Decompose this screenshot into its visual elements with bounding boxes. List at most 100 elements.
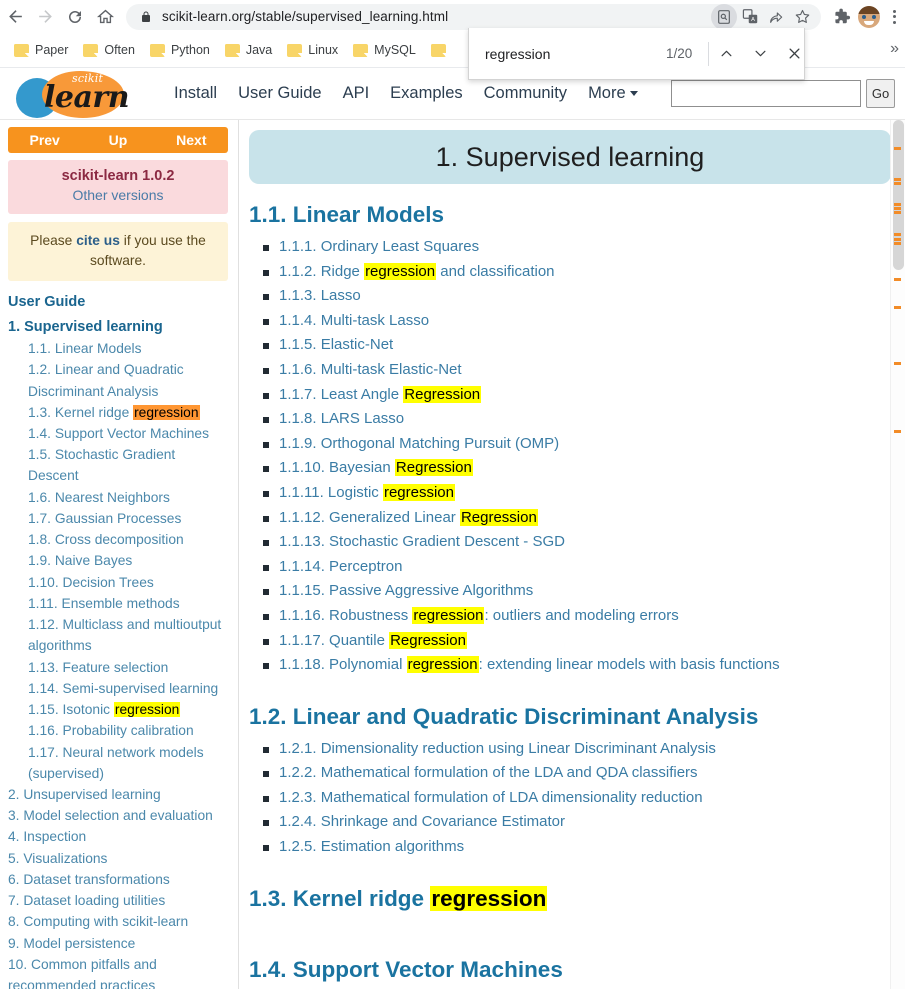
sidebar-item-label: 10. Common pitfalls and recommended prac… — [8, 956, 157, 989]
sidebar-item[interactable]: 1.12. Multiclass and multioutput algorit… — [8, 614, 228, 656]
toc-item[interactable]: 1.2.5. Estimation algorithms — [253, 835, 891, 860]
nav-examples[interactable]: Examples — [390, 84, 462, 103]
sidebar-item[interactable]: 9. Model persistence — [8, 933, 228, 954]
bookmark-star-button[interactable] — [789, 4, 815, 30]
other-versions-link[interactable]: Other versions — [72, 187, 163, 203]
sidebar-item[interactable]: 1.6. Nearest Neighbors — [8, 487, 228, 508]
section-heading[interactable]: 1.4. Support Vector Machines — [249, 956, 891, 983]
sidebar-item[interactable]: 8. Computing with scikit-learn — [8, 911, 228, 932]
nav-user-guide[interactable]: User Guide — [238, 84, 321, 103]
home-button[interactable] — [90, 2, 120, 32]
search-highlight: regression — [382, 483, 455, 501]
sidebar-item[interactable]: 2. Unsupervised learning — [8, 784, 228, 805]
toc-item-label: 1.1.2. Ridge — [279, 262, 365, 280]
toc-item[interactable]: 1.1.3. Lasso — [253, 284, 891, 309]
find-previous-button[interactable] — [709, 28, 743, 79]
find-input[interactable] — [469, 28, 666, 79]
extensions-button[interactable] — [827, 3, 855, 31]
toc-item[interactable]: 1.1.9. Orthogonal Matching Pursuit (OMP) — [253, 432, 891, 457]
search-highlight: regression — [113, 702, 181, 718]
sidebar-item[interactable]: 1.7. Gaussian Processes — [8, 508, 228, 529]
nav-community[interactable]: Community — [484, 84, 567, 103]
bookmark-item[interactable]: Often — [81, 40, 137, 60]
sidebar-item[interactable]: 3. Model selection and evaluation — [8, 805, 228, 826]
bookmark-item[interactable]: Linux — [285, 40, 340, 60]
sidebar-item[interactable]: 6. Dataset transformations — [8, 869, 228, 890]
bookmark-item[interactable]: Paper — [12, 40, 70, 60]
sidebar-item[interactable]: 1.11. Ensemble methods — [8, 593, 228, 614]
scrollbar-thumb[interactable] — [893, 120, 904, 270]
sidebar-item[interactable]: 1.13. Feature selection — [8, 657, 228, 678]
sidebar-item[interactable]: 1. Supervised learning — [8, 316, 228, 338]
next-link[interactable]: Next — [155, 132, 228, 148]
find-next-button[interactable] — [743, 28, 777, 79]
page-scrollbar[interactable] — [890, 120, 905, 989]
toc-item[interactable]: 1.2.4. Shrinkage and Covariance Estimato… — [253, 810, 891, 835]
sidebar-item[interactable]: 7. Dataset loading utilities — [8, 890, 228, 911]
sidebar-item[interactable]: 1.17. Neural network models (supervised) — [8, 742, 228, 784]
toc-item[interactable]: 1.1.5. Elastic-Net — [253, 333, 891, 358]
sidebar-item[interactable]: 10. Common pitfalls and recommended prac… — [8, 954, 228, 989]
sidebar-item[interactable]: 1.14. Semi-supervised learning — [8, 678, 228, 699]
share-icon-button[interactable] — [763, 4, 789, 30]
toc-item[interactable]: 1.1.10. Bayesian Regression — [253, 456, 891, 481]
toc-item[interactable]: 1.1.17. Quantile Regression — [253, 629, 891, 654]
toc-item[interactable]: 1.1.15. Passive Aggressive Algorithms — [253, 579, 891, 604]
toc-item[interactable]: 1.1.18. Polynomial regression: extending… — [253, 653, 891, 678]
bookmark-item[interactable]: Python — [148, 40, 212, 60]
bookmark-item[interactable]: MySQL — [351, 40, 418, 60]
toc-item[interactable]: 1.1.7. Least Angle Regression — [253, 383, 891, 408]
up-link[interactable]: Up — [81, 132, 154, 148]
toc-item[interactable]: 1.1.2. Ridge regression and classificati… — [253, 260, 891, 285]
site-search-input[interactable] — [671, 80, 861, 107]
search-in-page-icon-button[interactable] — [711, 3, 737, 30]
toc-item[interactable]: 1.1.1. Ordinary Least Squares — [253, 235, 891, 260]
toc-item[interactable]: 1.1.8. LARS Lasso — [253, 407, 891, 432]
sidebar-item[interactable]: 1.15. Isotonic regression — [8, 699, 228, 720]
toc-item[interactable]: 1.2.3. Mathematical formulation of LDA d… — [253, 786, 891, 811]
sidebar-item[interactable]: 1.4. Support Vector Machines — [8, 423, 228, 444]
bookmark-label: Paper — [35, 43, 69, 57]
nav-more-dropdown[interactable]: More — [588, 84, 638, 103]
browser-menu-button[interactable] — [883, 3, 905, 31]
toc-item[interactable]: 1.2.2. Mathematical formulation of the L… — [253, 761, 891, 786]
toc-item[interactable]: 1.2.1. Dimensionality reduction using Li… — [253, 737, 891, 762]
bookmarks-overflow-button[interactable]: » — [890, 41, 899, 57]
sidebar-item[interactable]: 4. Inspection — [8, 826, 228, 847]
sidebar-item[interactable]: 5. Visualizations — [8, 848, 228, 869]
toc-item[interactable]: 1.1.11. Logistic regression — [253, 481, 891, 506]
scrollbar-match-tick — [894, 211, 901, 214]
find-close-button[interactable] — [777, 28, 811, 79]
toc-item[interactable]: 1.1.6. Multi-task Elastic-Net — [253, 358, 891, 383]
bookmark-item[interactable]: Java — [223, 40, 274, 60]
sidebar-item[interactable]: 1.5. Stochastic Gradient Descent — [8, 444, 228, 486]
section-heading[interactable]: 1.1. Linear Models — [249, 201, 891, 228]
translate-icon-button[interactable]: A — [737, 4, 763, 30]
section-heading[interactable]: 1.3. Kernel ridge regression — [249, 885, 891, 912]
bookmark-item[interactable] — [429, 41, 454, 60]
nav-install[interactable]: Install — [174, 84, 217, 103]
back-button[interactable] — [0, 2, 30, 32]
cite-us-link[interactable]: cite us — [76, 233, 120, 248]
forward-button[interactable] — [30, 2, 60, 32]
sidebar-item[interactable]: 1.9. Naive Bayes — [8, 550, 228, 571]
sidebar-item[interactable]: 1.3. Kernel ridge regression — [8, 402, 228, 423]
toc-item[interactable]: 1.1.12. Generalized Linear Regression — [253, 506, 891, 531]
site-search-go-button[interactable]: Go — [866, 79, 895, 108]
sidebar-item[interactable]: 1.8. Cross decomposition — [8, 529, 228, 550]
sidebar-item[interactable]: 1.2. Linear and Quadratic Discriminant A… — [8, 359, 228, 401]
toc-item[interactable]: 1.1.4. Multi-task Lasso — [253, 309, 891, 334]
nav-api[interactable]: API — [343, 84, 370, 103]
section-heading[interactable]: 1.2. Linear and Quadratic Discriminant A… — [249, 703, 891, 730]
avatar[interactable] — [858, 5, 880, 28]
toc-item[interactable]: 1.1.14. Perceptron — [253, 555, 891, 580]
address-bar[interactable]: scikit-learn.org/stable/supervised_learn… — [126, 3, 821, 30]
sidebar-item[interactable]: 1.1. Linear Models — [8, 338, 228, 359]
scikit-learn-logo[interactable]: scikit learn — [10, 70, 160, 118]
toc-item[interactable]: 1.1.13. Stochastic Gradient Descent - SG… — [253, 530, 891, 555]
sidebar-item[interactable]: 1.10. Decision Trees — [8, 572, 228, 593]
reload-button[interactable] — [60, 2, 90, 32]
sidebar-item[interactable]: 1.16. Probability calibration — [8, 720, 228, 741]
prev-link[interactable]: Prev — [8, 132, 81, 148]
toc-item[interactable]: 1.1.16. Robustness regression: outliers … — [253, 604, 891, 629]
